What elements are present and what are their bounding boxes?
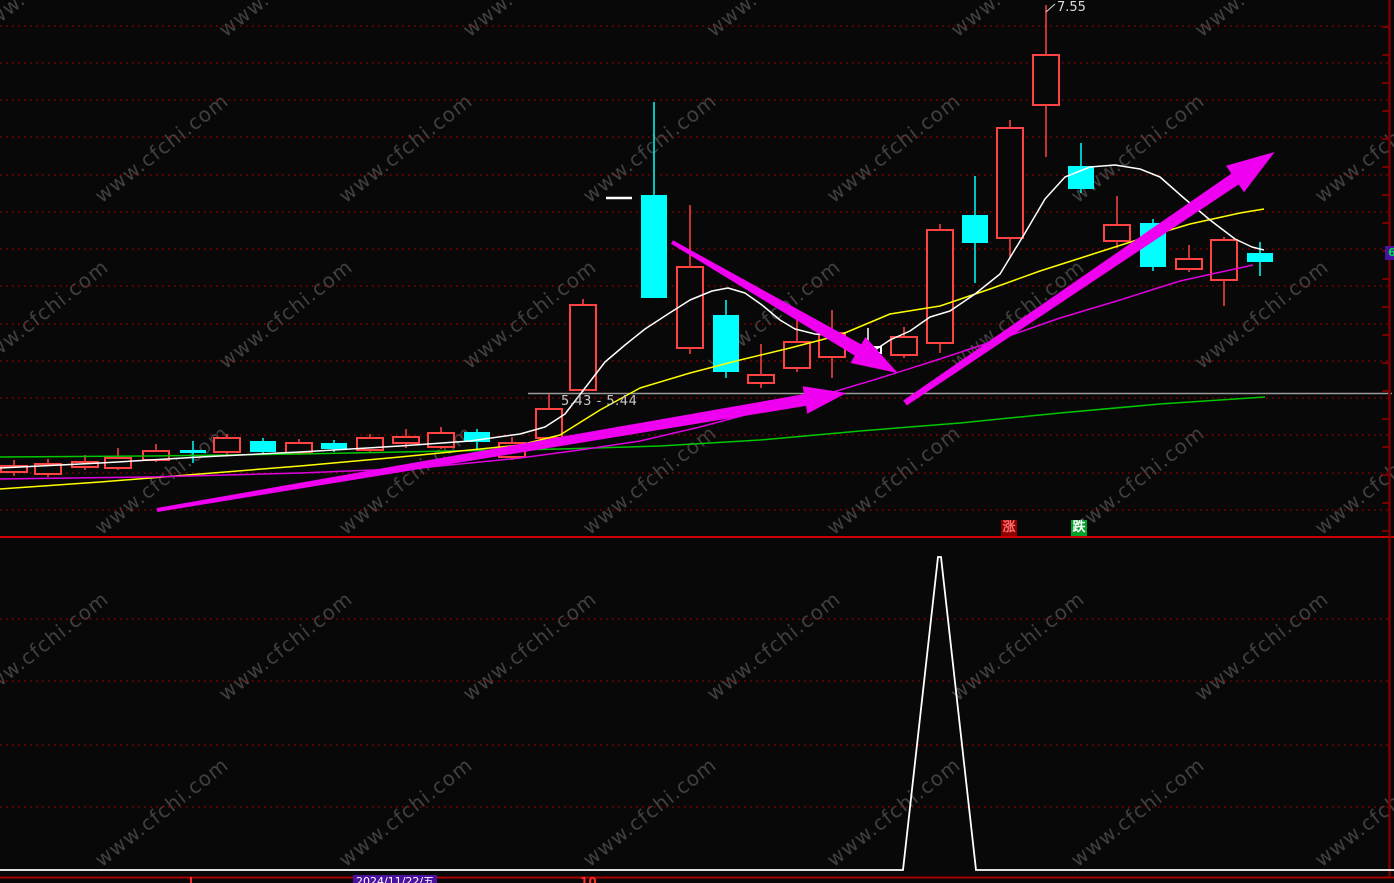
- candle-body: [1175, 258, 1203, 270]
- candle-body: [1103, 224, 1131, 242]
- chart-canvas[interactable]: [0, 0, 1394, 883]
- stock-chart-window: www.cfchi.com www.cfchi.com www.cfchi.com w…: [0, 0, 1394, 883]
- candle-body: [180, 450, 206, 453]
- candle-body: [1247, 253, 1273, 262]
- fall-legend-badge: 跌: [1071, 520, 1087, 536]
- candle-body: [569, 304, 597, 391]
- candle-body: [321, 443, 347, 449]
- right-axis-price-badge: 6: [1385, 246, 1394, 261]
- candle-body: [996, 127, 1024, 239]
- high-price-label: 7.55: [1057, 0, 1086, 15]
- indicator-value-label: 10: [580, 875, 597, 883]
- level-price-label: 5.43 - 5.44: [561, 394, 638, 409]
- candle-body: [926, 229, 954, 344]
- rise-legend-badge: 涨: [1001, 520, 1017, 536]
- date-label: 2024/11/22/五: [353, 875, 438, 883]
- ma-white: [0, 164, 1265, 469]
- candle-body: [213, 437, 241, 453]
- candle-body: [392, 436, 420, 444]
- candle-body: [890, 336, 918, 356]
- candle-body: [747, 374, 775, 384]
- candle-body: [1032, 54, 1060, 106]
- candle-body: [535, 408, 563, 439]
- candle-body: [250, 441, 276, 452]
- indicator-line: [0, 556, 1394, 871]
- candle-body: [641, 195, 667, 298]
- candle-body: [427, 432, 455, 448]
- high-pointer: [1045, 3, 1056, 13]
- candle-body: [676, 266, 704, 349]
- candle-body: [1068, 166, 1094, 189]
- candle-body: [962, 215, 988, 243]
